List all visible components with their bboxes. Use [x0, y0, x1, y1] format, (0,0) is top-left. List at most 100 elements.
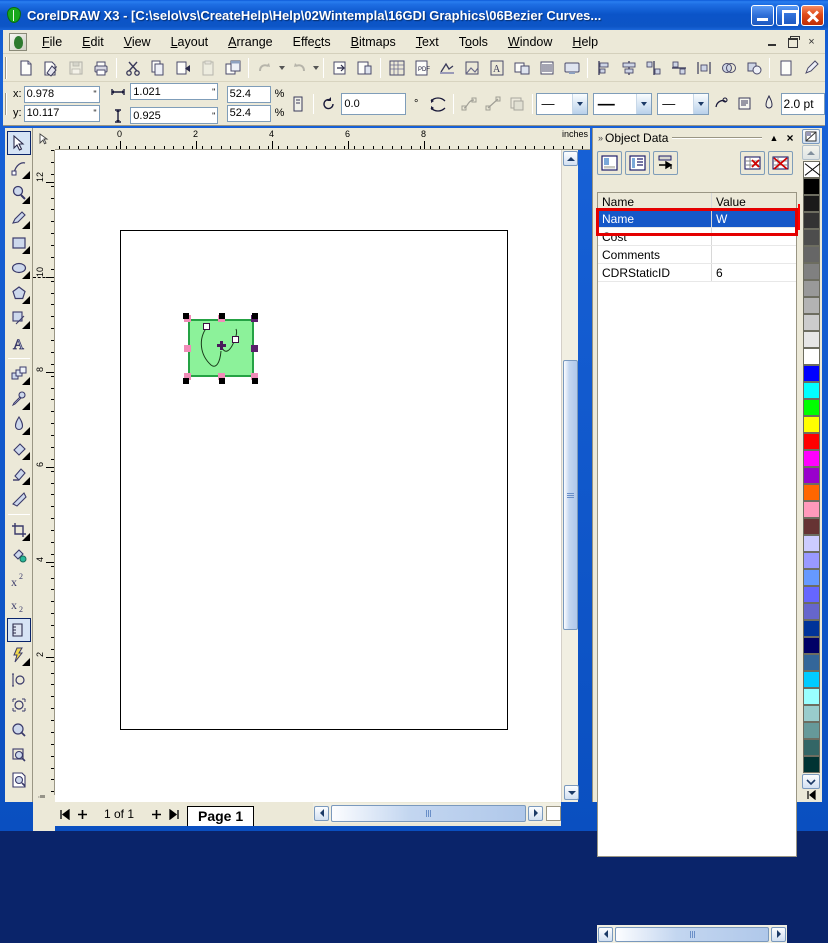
end-arrow-combo[interactable]: —	[657, 92, 709, 115]
color-swatch[interactable]	[802, 484, 820, 502]
row-field-value[interactable]: 6	[712, 264, 796, 281]
color-swatch[interactable]	[802, 756, 820, 774]
clear-all-fields-button[interactable]	[768, 151, 793, 175]
interactive-fill-tool[interactable]	[7, 462, 31, 486]
floppy-disk-icon[interactable]	[64, 56, 87, 79]
selection-handle-corner-bc[interactable]	[219, 378, 225, 384]
align-center-icon[interactable]	[617, 56, 640, 79]
mesh-fill-tool[interactable]	[7, 487, 31, 511]
scroll-right-button[interactable]	[528, 805, 543, 821]
trim-icon[interactable]	[742, 56, 765, 79]
y-input[interactable]: 10.117 "	[23, 104, 100, 122]
scissors-icon[interactable]	[121, 56, 144, 79]
redo-dropdown-icon[interactable]	[311, 56, 320, 79]
palette-options-icon[interactable]	[802, 129, 820, 145]
fill-tool[interactable]	[7, 437, 31, 461]
canvas-horizontal-scrollbar[interactable]	[313, 803, 561, 823]
selection-handle-corner-bl[interactable]	[183, 378, 189, 384]
menu-tools[interactable]: Tools	[449, 32, 498, 52]
contour-icon[interactable]	[710, 93, 732, 115]
color-swatch[interactable]	[802, 263, 820, 281]
scale-vertical-input[interactable]: 52.4	[226, 104, 271, 122]
row-field-value[interactable]	[712, 228, 796, 245]
dimension-tool[interactable]	[6, 618, 31, 642]
mdi-minimize-button[interactable]	[762, 32, 781, 51]
capture-icon[interactable]	[510, 56, 533, 79]
page-tab-page-1[interactable]: Page 1	[187, 806, 255, 826]
color-swatch[interactable]	[802, 739, 820, 757]
menu-window[interactable]: Window	[498, 32, 562, 52]
selection-handle-mid-right[interactable]	[251, 345, 258, 352]
color-swatch[interactable]	[802, 501, 820, 519]
vertical-ruler[interactable]: 12 10 8 6 4 2	[33, 150, 55, 802]
last-page-icon[interactable]	[165, 805, 183, 823]
selection-handle-corner-tr[interactable]	[252, 313, 258, 319]
zoom-selection-tool[interactable]	[7, 693, 31, 717]
rectangle-tool[interactable]	[7, 231, 31, 255]
width-input[interactable]: 1.021 "	[130, 83, 219, 100]
menu-text[interactable]: Text	[406, 32, 449, 52]
canvas-vertical-scrollbar[interactable]	[561, 150, 579, 802]
row-field-value[interactable]: W	[712, 210, 796, 227]
barcode-icon[interactable]	[535, 56, 558, 79]
color-swatch[interactable]	[802, 195, 820, 213]
scroll-up-button[interactable]	[563, 151, 578, 166]
table-row[interactable]: Cost	[598, 228, 796, 246]
minimize-button[interactable]	[751, 4, 774, 26]
color-swatch[interactable]	[802, 314, 820, 332]
menu-bitmaps[interactable]: Bitmaps	[341, 32, 406, 52]
color-swatch[interactable]	[802, 467, 820, 485]
zoom-tool[interactable]	[7, 181, 31, 205]
canvas-scroll-thumb[interactable]	[563, 360, 578, 630]
chevron-double-right-icon[interactable]: »	[595, 133, 605, 143]
convert-to-curves-icon[interactable]	[458, 93, 480, 115]
horizontal-ruler[interactable]: 0 2 4 6 8 inches	[33, 128, 590, 150]
color-swatch[interactable]	[802, 246, 820, 264]
undo-arrow-icon[interactable]	[253, 56, 276, 79]
column-header-name[interactable]: Name	[598, 193, 712, 209]
document-control-icon[interactable]	[9, 32, 27, 51]
table-row[interactable]: CDRStaticID 6	[598, 264, 796, 282]
selection-handle-corner-tl[interactable]	[183, 313, 189, 319]
distribute-icon[interactable]	[692, 56, 715, 79]
copy-pages-icon[interactable]	[146, 56, 169, 79]
color-swatch[interactable]	[802, 586, 820, 604]
menu-view[interactable]: View	[114, 32, 161, 52]
row-field-value[interactable]	[712, 246, 796, 263]
outline-width-input[interactable]: 2.0 pt	[780, 92, 826, 115]
pick-tool[interactable]	[6, 131, 31, 155]
color-swatch[interactable]	[802, 552, 820, 570]
selection-handle-corner-br[interactable]	[252, 378, 258, 384]
smart-fill-tool[interactable]	[7, 543, 31, 567]
palette-chevron-down-icon[interactable]	[802, 774, 820, 789]
color-swatch[interactable]	[802, 620, 820, 638]
close-x-icon[interactable]: ×	[782, 130, 798, 146]
color-swatch[interactable]	[802, 433, 820, 451]
close-button[interactable]	[801, 4, 824, 26]
text-tool[interactable]: A	[7, 331, 31, 355]
align-right-icon[interactable]	[642, 56, 665, 79]
printer-icon[interactable]	[89, 56, 112, 79]
rotation-center-marker[interactable]	[217, 341, 226, 350]
crop-tool[interactable]	[7, 518, 31, 542]
export-icon[interactable]	[353, 56, 376, 79]
property-bar-grip[interactable]	[5, 92, 10, 115]
chevron-up-icon[interactable]: ▲	[766, 130, 782, 146]
x-input[interactable]: 0.978 "	[23, 85, 100, 103]
column-header-value[interactable]: Value	[712, 193, 796, 209]
screen-icon[interactable]	[560, 56, 583, 79]
lock-ratio-icon[interactable]	[287, 93, 309, 115]
docker-scroll-left-button[interactable]	[598, 926, 613, 942]
open-field-editor-button[interactable]	[597, 151, 622, 175]
mdi-restore-button[interactable]	[782, 32, 801, 51]
mirror-horizontal-icon[interactable]	[427, 93, 449, 115]
perfect-shapes-tool[interactable]	[7, 306, 31, 330]
scroll-left-button[interactable]	[314, 805, 329, 821]
mdi-close-button[interactable]: ×	[802, 32, 821, 51]
selection-handle-mid-left[interactable]	[184, 345, 191, 352]
drawing-canvas[interactable]	[55, 150, 561, 802]
smart-drawing-tool[interactable]	[7, 643, 31, 667]
color-swatch[interactable]	[802, 348, 820, 366]
import-icon[interactable]	[328, 56, 351, 79]
paste-arrow-icon[interactable]	[171, 56, 194, 79]
